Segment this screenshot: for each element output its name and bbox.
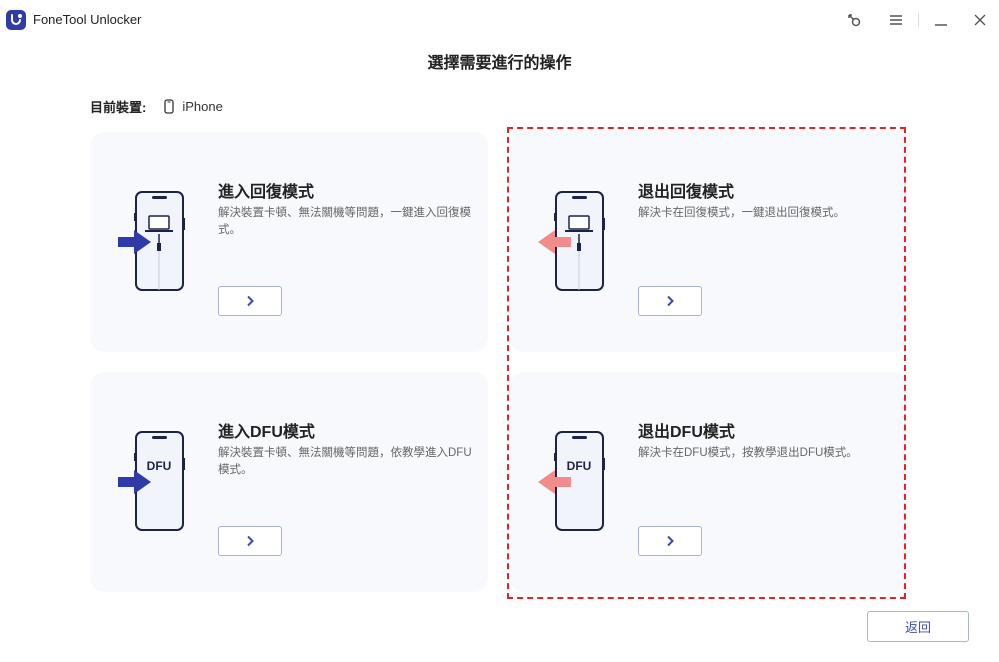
app-title: FoneTool Unlocker [33, 12, 142, 27]
app-logo-icon [6, 10, 26, 30]
card-enter-recovery[interactable]: 進入回復模式 解決裝置卡頓、無法關機等問題，一鍵進入回復模式。 [90, 132, 488, 352]
back-button[interactable]: 返回 [867, 611, 969, 642]
phone-dfu-illustration-icon: DFU [114, 426, 194, 536]
phone-laptop-illustration-icon [534, 186, 614, 296]
card-title: 退出回復模式 [638, 184, 735, 201]
chevron-right-icon [667, 535, 674, 547]
card-title: 進入DFU模式 [218, 424, 315, 441]
chevron-right-icon [247, 535, 254, 547]
card-exit-dfu[interactable]: DFU 退出DFU模式 解決卡在DFU模式，按教學退出DFU模式。 [510, 372, 908, 592]
chevron-right-icon [667, 295, 674, 307]
dfu-label: DFU [147, 459, 172, 473]
chevron-right-icon [247, 295, 254, 307]
card-description: 解決卡在DFU模式，按教學退出DFU模式。 [638, 447, 858, 459]
phone-dfu-illustration-icon: DFU [534, 426, 614, 536]
card-title: 退出DFU模式 [638, 424, 735, 441]
phone-laptop-illustration-icon [114, 186, 194, 296]
card-exit-recovery[interactable]: 退出回復模式 解決卡在回復模式，一鍵退出回復模式。 [510, 132, 908, 352]
title-bar: FoneTool Unlocker [0, 0, 999, 40]
card-description: 解決裝置卡頓、無法關機等問題，一鍵進入回復模式。 [218, 207, 471, 236]
close-icon[interactable] [968, 8, 992, 32]
card-description: 解決卡在回復模式，一鍵退出回復模式。 [638, 207, 845, 219]
key-icon[interactable] [842, 8, 866, 32]
phone-icon [164, 99, 174, 114]
current-device-row: 目前裝置: iPhone [90, 97, 223, 116]
dfu-label: DFU [567, 459, 592, 473]
enter-recovery-button[interactable] [218, 286, 282, 316]
device-name: iPhone [182, 99, 223, 114]
card-description: 解決裝置卡頓、無法關機等問題，依教學進入DFU模式。 [218, 447, 472, 476]
card-enter-dfu[interactable]: DFU 進入DFU模式 解決裝置卡頓、無法關機等問題，依教學進入DFU模式。 [90, 372, 488, 592]
card-title: 進入回復模式 [218, 184, 315, 201]
enter-dfu-button[interactable] [218, 526, 282, 556]
menu-icon[interactable] [884, 8, 908, 32]
title-bar-divider [918, 13, 919, 27]
page-title: 選擇需要進行的操作 [427, 55, 572, 72]
exit-dfu-button[interactable] [638, 526, 702, 556]
minimize-icon[interactable] [929, 8, 953, 32]
device-label: 目前裝置: [90, 100, 147, 115]
exit-recovery-button[interactable] [638, 286, 702, 316]
